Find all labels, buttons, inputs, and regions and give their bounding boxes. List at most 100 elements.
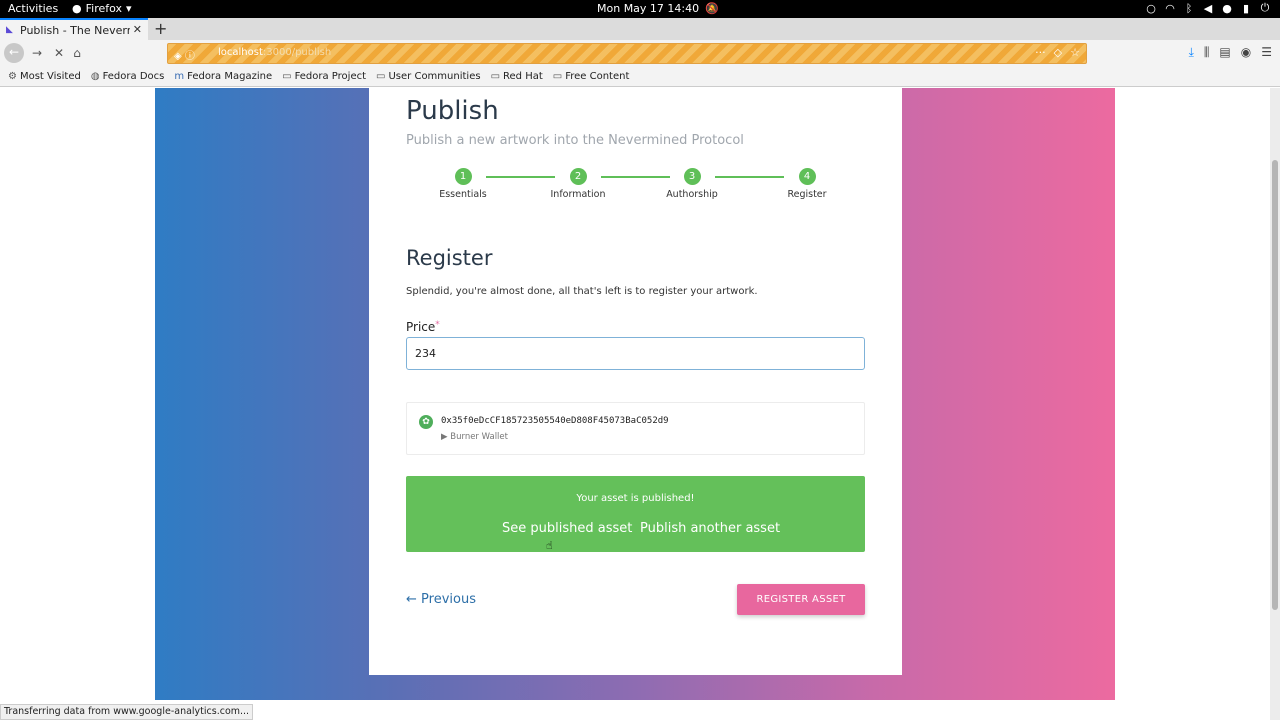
see-published-asset-link[interactable]: See published asset xyxy=(502,521,632,536)
forward-button[interactable]: → xyxy=(28,44,46,62)
url-bar[interactable]: ◈ ⓘ localhost:3000/publish ··· ◇ ☆ xyxy=(167,43,1087,64)
nav-bar: ← → ✕ ⌂ ◈ ⓘ localhost:3000/publish ··· ◇… xyxy=(0,40,1280,67)
section-description: Splendid, you're almost done, all that's… xyxy=(406,286,758,297)
wallet-address: 0x35f0eDcCF185723505540eD808F45073BaC052… xyxy=(441,416,669,426)
clock-text: Mon May 17 14:40 xyxy=(597,2,700,15)
chevron-down-icon: ▾ xyxy=(126,2,132,15)
price-label-text: Price xyxy=(406,320,436,334)
circle-icon: ○ xyxy=(1146,1,1156,15)
price-input[interactable] xyxy=(406,337,865,370)
mouse-pointer-icon: ☝ xyxy=(546,539,553,552)
status-bar: Transferring data from www.google-analyt… xyxy=(0,704,254,720)
previous-link[interactable]: ← Previous xyxy=(406,592,476,607)
folder-icon: ▭ xyxy=(376,71,386,82)
folder-icon: ▭ xyxy=(490,71,501,82)
menu-icon[interactable]: ☰ xyxy=(1261,45,1272,60)
step-information[interactable]: 2 Information xyxy=(538,168,618,200)
battery-icon: ▮ xyxy=(1242,1,1250,15)
pocket-icon[interactable]: ◇ xyxy=(1054,46,1062,59)
back-button[interactable]: ← xyxy=(4,43,24,63)
url-path: :3000/publish xyxy=(262,47,332,58)
page-viewport: Publish Publish a new artwork into the N… xyxy=(0,88,1270,720)
page-subtitle: Publish a new artwork into the Nevermine… xyxy=(406,133,744,148)
disclosure-triangle-icon: ▶ xyxy=(441,432,451,442)
bookmark-label: Fedora Project xyxy=(294,71,367,82)
bookmark-label: Most Visited xyxy=(19,71,81,82)
bookmark-star-icon[interactable]: ☆ xyxy=(1070,46,1080,59)
step-authorship[interactable]: 3 Authorship xyxy=(652,168,732,200)
home-button[interactable]: ⌂ xyxy=(68,44,86,62)
bookmark-label: Red Hat xyxy=(503,71,543,82)
step-number: 1 xyxy=(454,168,472,185)
bookmark-fedora-project[interactable]: ▭ Fedora Project xyxy=(282,71,366,82)
stop-loading-button[interactable]: ✕ xyxy=(50,44,68,62)
gear-icon: ⚙ xyxy=(8,71,17,82)
step-number: 4 xyxy=(798,168,816,185)
bookmark-fedora-docs[interactable]: ◍ Fedora Docs xyxy=(91,71,165,82)
price-label: Price* xyxy=(406,320,440,334)
url-text: localhost:3000/publish xyxy=(218,47,331,58)
shield-icon: ◈ ⓘ xyxy=(174,51,195,62)
section-title: Register xyxy=(406,246,493,270)
magazine-icon: m xyxy=(174,71,185,82)
wallet-type-toggle[interactable]: ▶ Burner Wallet xyxy=(441,432,508,442)
system-tray[interactable]: ○ ◠ ᛒ ◀ ● ▮ ⏻ xyxy=(1146,1,1270,15)
bookmarks-bar: ⚙ Most Visited ◍ Fedora Docs m Fedora Magaz… xyxy=(0,67,1280,87)
account-icon[interactable]: ◉ xyxy=(1241,45,1251,60)
sidebar-icon[interactable]: ▤ xyxy=(1219,45,1230,60)
page-actions-icon[interactable]: ··· xyxy=(1035,46,1046,59)
bookmark-free-content[interactable]: ▭ Free Content xyxy=(553,71,630,82)
wallet-avatar-icon: ✿ xyxy=(419,415,433,429)
bookmark-fedora-magazine[interactable]: m Fedora Magazine xyxy=(174,71,272,82)
tab-title: Publish - The Nevermined xyxy=(20,23,130,37)
bookmark-label: User Communities xyxy=(388,71,481,82)
notifications-off-icon: 🔕 xyxy=(705,2,719,15)
app-name: Firefox xyxy=(85,2,123,15)
url-actions: ··· ◇ ☆ xyxy=(1035,46,1080,59)
url-host: localhost xyxy=(218,47,263,58)
required-marker: * xyxy=(435,320,440,330)
library-icon[interactable]: ⫼ xyxy=(1204,45,1210,60)
system-top-bar: Activities ● Firefox ▾ Mon May 17 14:40 … xyxy=(0,0,1280,18)
page-scrollbar[interactable] xyxy=(1270,88,1280,720)
power-icon: ⏻ xyxy=(1260,1,1270,14)
close-tab-icon[interactable]: ✕ xyxy=(133,23,142,36)
wallet-card: ✿ 0x35f0eDcCF185723505540eD808F45073BaC0… xyxy=(406,402,865,455)
page-title: Publish xyxy=(406,96,499,126)
firefox-icon: ● xyxy=(72,2,82,15)
globe-icon: ◍ xyxy=(90,71,100,82)
step-register[interactable]: 4 Register xyxy=(767,168,847,200)
folder-icon: ▭ xyxy=(552,71,563,82)
bookmark-user-communities[interactable]: ▭ User Communities xyxy=(376,71,481,82)
wallet-type-label: Burner Wallet xyxy=(450,432,508,442)
tab-strip: ◣ Publish - The Nevermined ✕ + xyxy=(0,18,1280,40)
success-message: Your asset is published! xyxy=(576,493,695,504)
step-number: 2 xyxy=(569,168,587,185)
site-favicon-icon: ◣ xyxy=(6,25,13,35)
step-label: Essentials xyxy=(439,189,487,200)
bookmark-most-visited[interactable]: ⚙ Most Visited xyxy=(8,71,81,82)
bluetooth-icon: ᛒ xyxy=(1185,1,1193,15)
step-label: Register xyxy=(787,189,827,200)
volume-icon: ◀ xyxy=(1203,1,1213,15)
mic-icon: ● xyxy=(1222,1,1232,15)
activities-button[interactable]: Activities xyxy=(8,2,58,15)
publish-card: Publish Publish a new artwork into the N… xyxy=(369,88,902,675)
new-tab-button[interactable]: + xyxy=(154,19,167,38)
browser-tab-active[interactable]: ◣ Publish - The Nevermined ✕ xyxy=(0,18,148,40)
step-label: Information xyxy=(550,189,606,200)
progress-stepper: 1 Essentials 2 Information 3 Authorship … xyxy=(406,168,866,208)
download-icon[interactable]: ⤓ xyxy=(1189,45,1194,60)
publish-another-asset-link[interactable]: Publish another asset xyxy=(640,521,780,536)
bookmark-red-hat[interactable]: ▭ Red Hat xyxy=(491,71,543,82)
toolbar-right: ⤓ ⫼ ▤ ◉ ☰ xyxy=(1189,45,1272,60)
step-label: Authorship xyxy=(666,189,718,200)
register-asset-button[interactable]: REGISTER ASSET xyxy=(737,584,865,615)
bookmark-label: Fedora Magazine xyxy=(187,71,273,82)
step-essentials[interactable]: 1 Essentials xyxy=(423,168,503,200)
success-banner: Your asset is published! See published a… xyxy=(406,476,865,552)
scrollbar-thumb[interactable] xyxy=(1272,160,1278,610)
app-menu[interactable]: ● Firefox ▾ xyxy=(72,2,132,15)
clock[interactable]: Mon May 17 14:40 🔕 xyxy=(597,2,719,15)
step-number: 3 xyxy=(683,168,701,185)
